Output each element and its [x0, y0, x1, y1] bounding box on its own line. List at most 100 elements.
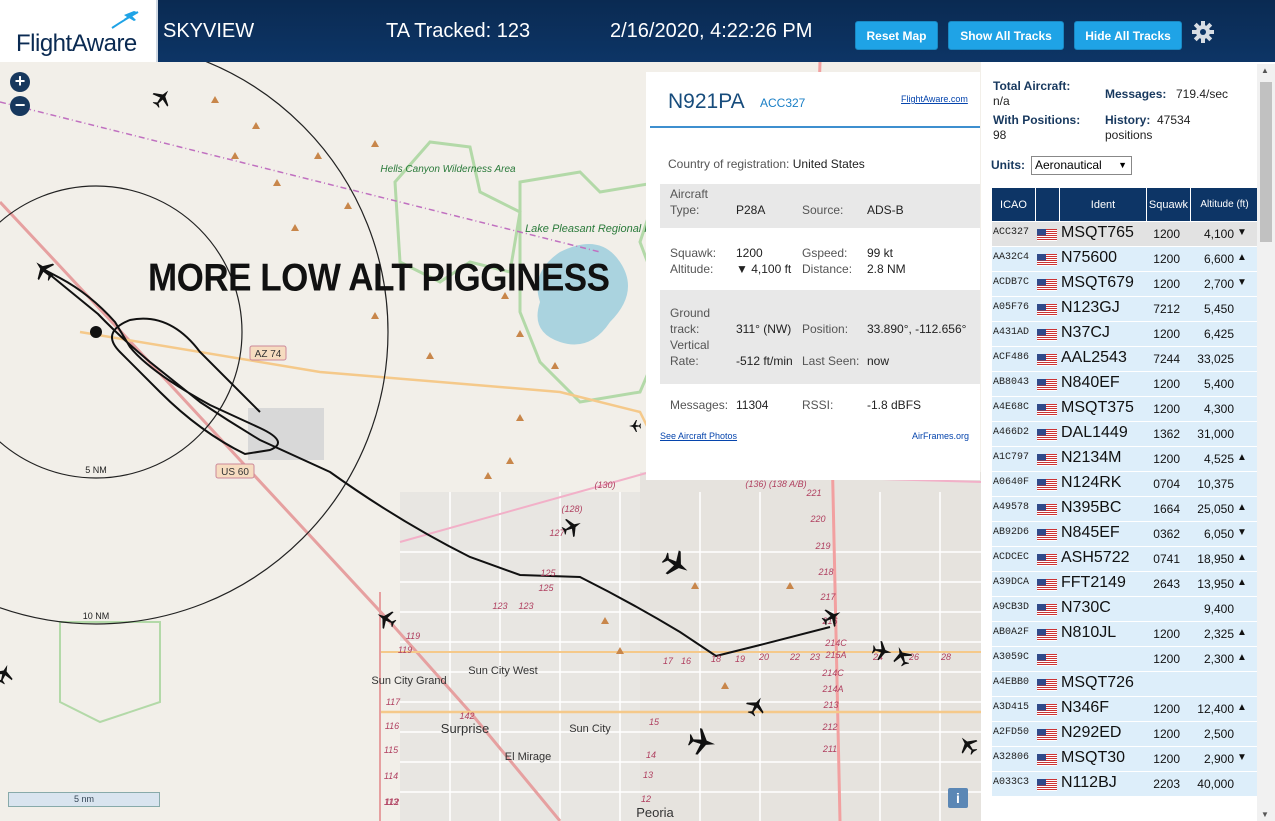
aircraft-icon[interactable] — [0, 661, 17, 687]
reset-map-button[interactable]: Reset Map — [855, 21, 938, 50]
table-row[interactable]: ACF486 AAL2543 7244 33,025 — [992, 347, 1258, 372]
table-row[interactable]: A32806 MSQT30 1200 2,900 ▼ — [992, 747, 1258, 772]
gear-icon[interactable] — [1191, 20, 1215, 44]
track-label-line2: track: — [670, 322, 700, 336]
ring-label-5nm: 5 NM — [85, 465, 107, 475]
table-row[interactable]: A4EBB0 MSQT726 — [992, 672, 1258, 697]
logo-text: FlightAware — [16, 30, 137, 57]
scrollbar-thumb[interactable] — [1260, 82, 1272, 242]
road-number: 20 — [758, 652, 769, 662]
airframes-link[interactable]: AirFrames.org — [912, 431, 969, 441]
zoom-in-button[interactable]: + — [10, 72, 30, 92]
row-squawk: 0741 — [1153, 552, 1180, 566]
table-row[interactable]: A0640F N124RK 0704 10,375 — [992, 472, 1258, 497]
us-flag-icon — [1037, 703, 1057, 716]
col-header-altitude[interactable]: Altitude (ft) — [1191, 188, 1259, 221]
row-altitude-trend: ▲ — [1237, 702, 1247, 713]
table-row[interactable]: A49578 N395BC 1664 25,050 ▲ — [992, 497, 1258, 522]
row-squawk: 0704 — [1153, 477, 1180, 491]
table-row[interactable]: A9CB3D N730C 9,400 — [992, 597, 1258, 622]
row-altitude-trend: ▲ — [1237, 577, 1247, 588]
place-hells-canyon: Hells Canyon Wilderness Area — [380, 164, 516, 175]
aircraft-detail-popup: N921PA ACC327 FlightAware.com Country of… — [646, 72, 980, 480]
table-row[interactable]: A1C797 N2134M 1200 4,525 ▲ — [992, 447, 1258, 472]
row-altitude-trend: ▼ — [1237, 527, 1247, 538]
units-select[interactable]: Aeronautical ▼ — [1031, 156, 1132, 175]
row-icao: A3059C — [993, 652, 1030, 663]
messages-rate-label: Messages: — [1105, 87, 1167, 101]
position-label: Position: — [802, 322, 849, 336]
source-label: Source: — [802, 203, 844, 217]
row-altitude: 25,050 — [1197, 502, 1234, 516]
place-surprise: Surprise — [441, 721, 489, 736]
position-value: 33.890°, -112.656° — [867, 322, 967, 336]
hide-all-tracks-button[interactable]: Hide All Tracks — [1074, 21, 1182, 50]
us-flag-icon — [1037, 303, 1057, 316]
road-number: 12 — [641, 794, 651, 804]
current-datetime: 2/16/2020, 4:22:26 PM — [610, 20, 813, 42]
table-row[interactable]: A466D2 DAL1449 1362 31,000 — [992, 422, 1258, 447]
col-header-ident[interactable]: Ident — [1060, 188, 1147, 221]
row-ident: FFT2149 — [1061, 574, 1126, 591]
country-value: United States — [792, 157, 865, 171]
zoom-out-button[interactable]: − — [10, 96, 30, 116]
table-row[interactable]: AB8043 N840EF 1200 5,400 — [992, 372, 1258, 397]
table-row[interactable]: ACC327 MSQT765 1200 4,100 ▼ — [992, 222, 1258, 247]
vrate-label-line2: Rate: — [670, 354, 699, 368]
table-row[interactable]: A3D415 N346F 1200 12,400 ▲ — [992, 697, 1258, 722]
table-row[interactable]: A05F76 N123GJ 7212 5,450 — [992, 297, 1258, 322]
row-squawk: 1362 — [1153, 427, 1180, 441]
popup-divider — [650, 126, 980, 128]
road-number: 221 — [805, 488, 821, 498]
table-row[interactable]: A3059C 1200 2,300 ▲ — [992, 647, 1258, 672]
table-row[interactable]: ACDB7C MSQT679 1200 2,700 ▼ — [992, 272, 1258, 297]
sidebar-scrollbar[interactable]: ▲ ▼ — [1257, 64, 1275, 821]
place-el-mirage: El Mirage — [505, 751, 551, 763]
scroll-down-arrow[interactable]: ▼ — [1261, 810, 1269, 819]
row-altitude: 31,000 — [1197, 427, 1234, 441]
row-icao: ACC327 — [993, 227, 1030, 238]
table-row[interactable]: A033C3 N112BJ 2203 40,000 — [992, 772, 1258, 797]
history-value: 47534 — [1157, 113, 1191, 127]
road-number: 214C — [821, 668, 844, 678]
col-header-icao[interactable]: ICAO — [992, 188, 1036, 221]
row-altitude: 5,450 — [1203, 302, 1234, 316]
road-number: (128) — [561, 504, 582, 514]
scroll-up-arrow[interactable]: ▲ — [1261, 66, 1269, 75]
table-row[interactable]: AB92D6 N845EF 0362 6,050 ▼ — [992, 522, 1258, 547]
show-all-tracks-button[interactable]: Show All Tracks — [948, 21, 1064, 50]
altitude-value: ▼ 4,100 ft — [736, 262, 792, 276]
road-number: 217 — [819, 592, 836, 602]
aircraft-photos-link[interactable]: See Aircraft Photos — [660, 431, 737, 441]
place-sun-city-west: Sun City West — [468, 665, 538, 677]
table-row[interactable]: AA32C4 N75600 1200 6,600 ▲ — [992, 247, 1258, 272]
place-peoria: Peoria — [636, 805, 674, 820]
row-squawk: 1200 — [1153, 727, 1180, 741]
aircraft-icon[interactable] — [629, 420, 641, 432]
popup-icao[interactable]: ACC327 — [760, 96, 805, 110]
info-button[interactable]: i — [948, 788, 968, 808]
road-number: 117 — [386, 697, 401, 707]
table-row[interactable]: A4E68C MSQT375 1200 4,300 — [992, 397, 1258, 422]
us-flag-icon — [1037, 478, 1057, 491]
col-header-squawk[interactable]: Squawk — [1147, 188, 1191, 221]
table-row[interactable]: A431AD N37CJ 1200 6,425 — [992, 322, 1258, 347]
table-row[interactable]: A39DCA FFT2149 2643 13,950 ▲ — [992, 572, 1258, 597]
road-number: 23 — [809, 652, 820, 662]
row-ident: N730C — [1061, 599, 1111, 616]
row-icao: A0640F — [993, 477, 1030, 488]
road-number: 112 — [385, 797, 399, 807]
row-altitude: 6,050 — [1203, 527, 1234, 541]
us-flag-icon — [1037, 678, 1057, 691]
col-header-flag[interactable] — [1036, 188, 1060, 221]
row-altitude-trend: ▲ — [1237, 252, 1247, 263]
table-row[interactable]: ACDCEC ASH5722 0741 18,950 ▲ — [992, 547, 1258, 572]
vrate-value: -512 ft/min — [736, 354, 793, 368]
flightaware-logo[interactable]: FlightAware — [0, 0, 158, 62]
road-number: 14 — [646, 750, 656, 760]
aircraft-icon[interactable] — [148, 84, 176, 112]
row-squawk: 7244 — [1153, 352, 1180, 366]
table-row[interactable]: A2FD50 N292ED 1200 2,500 — [992, 722, 1258, 747]
flightaware-link[interactable]: FlightAware.com — [901, 94, 968, 104]
table-row[interactable]: AB0A2F N810JL 1200 2,325 ▲ — [992, 622, 1258, 647]
